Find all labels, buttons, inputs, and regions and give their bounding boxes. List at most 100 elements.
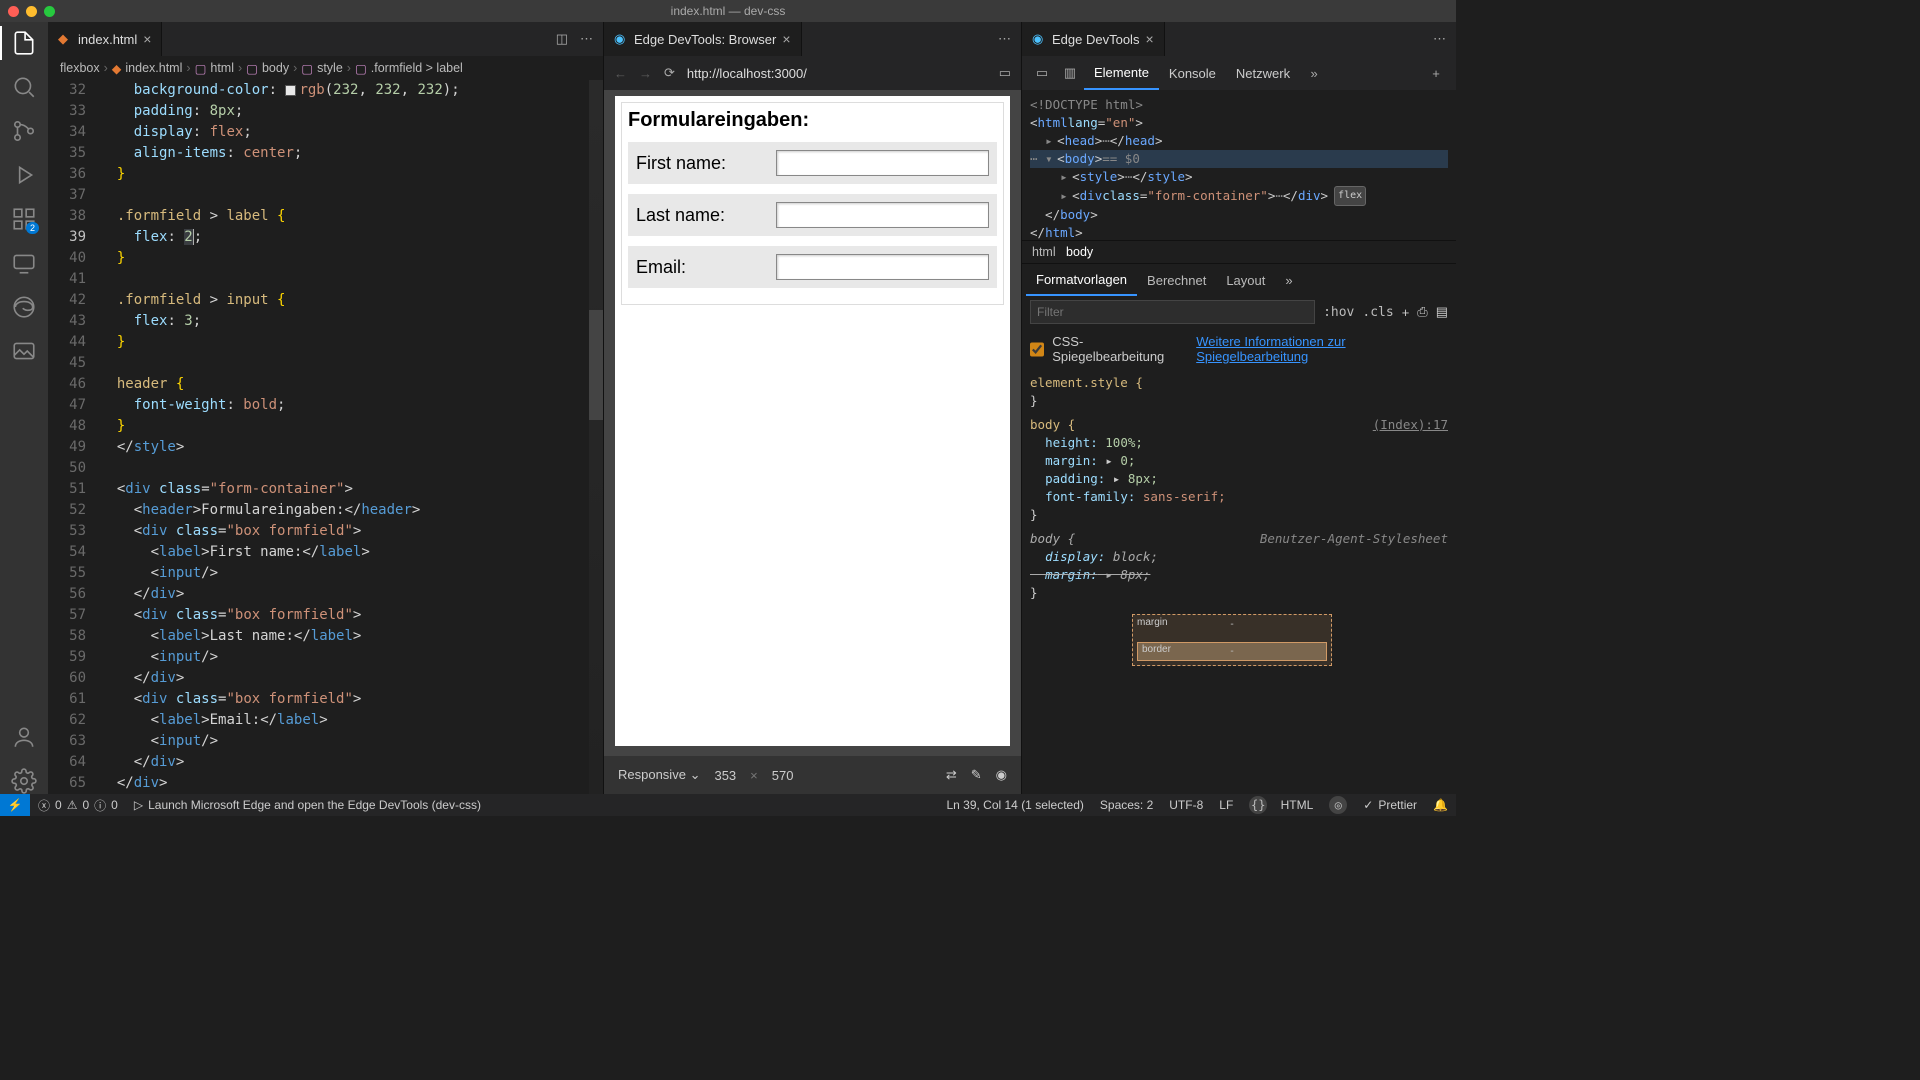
status-prettier[interactable]: ✓ Prettier	[1355, 794, 1425, 816]
back-icon[interactable]: ←	[614, 66, 627, 81]
hov-toggle[interactable]: :hov	[1323, 305, 1354, 320]
input-email[interactable]	[776, 254, 989, 280]
height-value[interactable]: 570	[772, 768, 794, 783]
more-icon[interactable]: ⋯	[580, 31, 593, 47]
account-icon[interactable]	[11, 724, 37, 750]
crumb-html[interactable]: html	[210, 61, 234, 75]
crumb-folder[interactable]: flexbox	[60, 61, 100, 75]
formfield-email: Email:	[628, 246, 997, 288]
more-tabs-icon[interactable]: »	[1275, 264, 1302, 296]
add-rule-icon[interactable]: +	[1402, 305, 1410, 320]
status-bell[interactable]: 🔔	[1425, 794, 1456, 816]
split-editor-icon[interactable]: ◫	[556, 31, 568, 47]
flex-badge[interactable]: flex	[1334, 186, 1366, 206]
tab-devtools[interactable]: ◉ Edge DevTools ×	[1022, 22, 1165, 56]
css-mirror-link[interactable]: Weitere Informationen zur Spiegelbearbei…	[1196, 334, 1448, 364]
url-bar[interactable]: http://localhost:3000/	[687, 66, 987, 81]
line-gutter: 3233343536373839404142434445464748495051…	[48, 80, 100, 794]
code-editor[interactable]: 3233343536373839404142434445464748495051…	[48, 80, 603, 794]
dom-tree[interactable]: <!DOCTYPE html> <html lang="en"> ▸<head>…	[1022, 90, 1456, 240]
dom-selected-body[interactable]: ⋯ ▾<body> == $0	[1030, 150, 1448, 168]
crumb-file[interactable]: index.html	[125, 61, 182, 75]
more-icon[interactable]: ⋯	[1433, 31, 1446, 47]
stab-styles[interactable]: Formatvorlagen	[1026, 264, 1137, 296]
screencast-icon[interactable]: ▭	[999, 65, 1011, 81]
crumb-style[interactable]: style	[317, 61, 343, 75]
dom-breadcrumb[interactable]: html body	[1022, 240, 1456, 263]
source-control-icon[interactable]	[11, 118, 37, 144]
edit-icon[interactable]: ✎	[971, 767, 982, 783]
symbol-icon: ▢	[195, 61, 207, 76]
rotate-icon[interactable]: ⇄	[946, 767, 957, 783]
debug-icon[interactable]	[11, 162, 37, 188]
search-icon[interactable]	[11, 74, 37, 100]
tab-index-html[interactable]: ◆ index.html ×	[48, 22, 162, 56]
print-icon[interactable]: ⎙	[1417, 304, 1427, 320]
status-problems[interactable]: ⓧ0 ⚠0 ⓘ0	[30, 794, 126, 816]
forward-icon[interactable]: →	[639, 66, 652, 81]
reload-icon[interactable]: ⟳	[664, 65, 675, 81]
label-last: Last name:	[636, 205, 776, 226]
status-encoding[interactable]: UTF-8	[1161, 794, 1211, 816]
minimap-thumb[interactable]	[589, 310, 603, 420]
crumb-selector[interactable]: .formfield > label	[371, 61, 463, 75]
more-icon[interactable]: ⋯	[998, 31, 1011, 47]
close-icon[interactable]: ×	[782, 31, 790, 47]
status-cursor[interactable]: Ln 39, Col 14 (1 selected)	[938, 794, 1091, 816]
extensions-icon[interactable]: 2	[11, 206, 37, 232]
inspect-icon[interactable]: ▭	[1028, 65, 1056, 81]
responsive-dropdown[interactable]: Responsive ⌄	[618, 767, 700, 783]
breadcrumbs[interactable]: flexbox› ◆ index.html› ▢ html› ▢ body› ▢…	[48, 56, 603, 80]
close-icon[interactable]: ×	[143, 31, 151, 47]
device-toolbar: Responsive ⌄ 353 × 570 ⇄ ✎ ◉	[604, 756, 1021, 794]
browser-toolbar: ← → ⟳ http://localhost:3000/ ▭	[604, 56, 1021, 90]
device-icon[interactable]: ▥	[1056, 65, 1084, 81]
cls-toggle[interactable]: .cls	[1362, 305, 1393, 320]
input-first[interactable]	[776, 150, 989, 176]
input-last[interactable]	[776, 202, 989, 228]
dtab-elements[interactable]: Elemente	[1084, 56, 1159, 90]
devtools-tabs: ▭ ▥ Elemente Konsole Netzwerk » +	[1022, 56, 1456, 90]
minimap[interactable]	[589, 80, 603, 794]
filter-input[interactable]	[1030, 300, 1315, 324]
eye-icon[interactable]: ◉	[996, 767, 1007, 783]
add-tab-icon[interactable]: +	[1422, 66, 1450, 81]
panel-icon[interactable]: ▤	[1436, 304, 1448, 320]
status-spaces[interactable]: Spaces: 2	[1092, 794, 1161, 816]
close-window-icon[interactable]	[8, 6, 19, 17]
maximize-window-icon[interactable]	[44, 6, 55, 17]
html-file-icon: ◆	[112, 61, 122, 76]
width-value[interactable]: 353	[714, 768, 736, 783]
formfield-last: Last name:	[628, 194, 997, 236]
preview-page[interactable]: Formulareingaben: First name: Last name:…	[615, 96, 1010, 746]
css-mirror-checkbox[interactable]	[1030, 342, 1044, 357]
image-icon[interactable]	[11, 338, 37, 364]
box-model[interactable]: margin - border -	[1022, 606, 1456, 666]
status-port[interactable]: ◎	[1321, 794, 1355, 816]
more-tabs-icon[interactable]: »	[1300, 66, 1328, 81]
remote-indicator[interactable]: ⚡	[0, 794, 30, 816]
gear-icon[interactable]	[11, 768, 37, 794]
minimize-window-icon[interactable]	[26, 6, 37, 17]
dtab-network[interactable]: Netzwerk	[1226, 56, 1300, 90]
tab-browser[interactable]: ◉ Edge DevTools: Browser ×	[604, 22, 802, 56]
close-icon[interactable]: ×	[1145, 31, 1153, 47]
dtab-console[interactable]: Konsole	[1159, 56, 1226, 90]
crumb-body[interactable]: body	[262, 61, 289, 75]
tab-label: Edge DevTools	[1052, 32, 1139, 47]
explorer-icon[interactable]	[11, 30, 37, 56]
status-launch[interactable]: ▷ Launch Microsoft Edge and open the Edg…	[126, 794, 489, 816]
main-area: 2 ◆ index.html × ◫ ⋯ flexbox›	[0, 22, 1456, 794]
edge-icon[interactable]	[11, 294, 37, 320]
remote-extension-icon[interactable]	[11, 250, 37, 276]
stab-computed[interactable]: Berechnet	[1137, 264, 1216, 296]
source-link[interactable]: (Index):17	[1373, 416, 1448, 434]
status-eol[interactable]: LF	[1211, 794, 1241, 816]
stab-layout[interactable]: Layout	[1216, 264, 1275, 296]
warning-icon: ⚠	[67, 798, 78, 812]
status-language[interactable]: {} HTML	[1241, 794, 1321, 816]
styles-panel: Formatvorlagen Berechnet Layout » :hov .…	[1022, 263, 1456, 666]
css-rules[interactable]: element.style { } body {(Index):17 heigh…	[1022, 370, 1456, 606]
dim-separator: ×	[750, 768, 758, 783]
code-lines[interactable]: background-color: rgb(232, 232, 232); pa…	[100, 80, 603, 794]
